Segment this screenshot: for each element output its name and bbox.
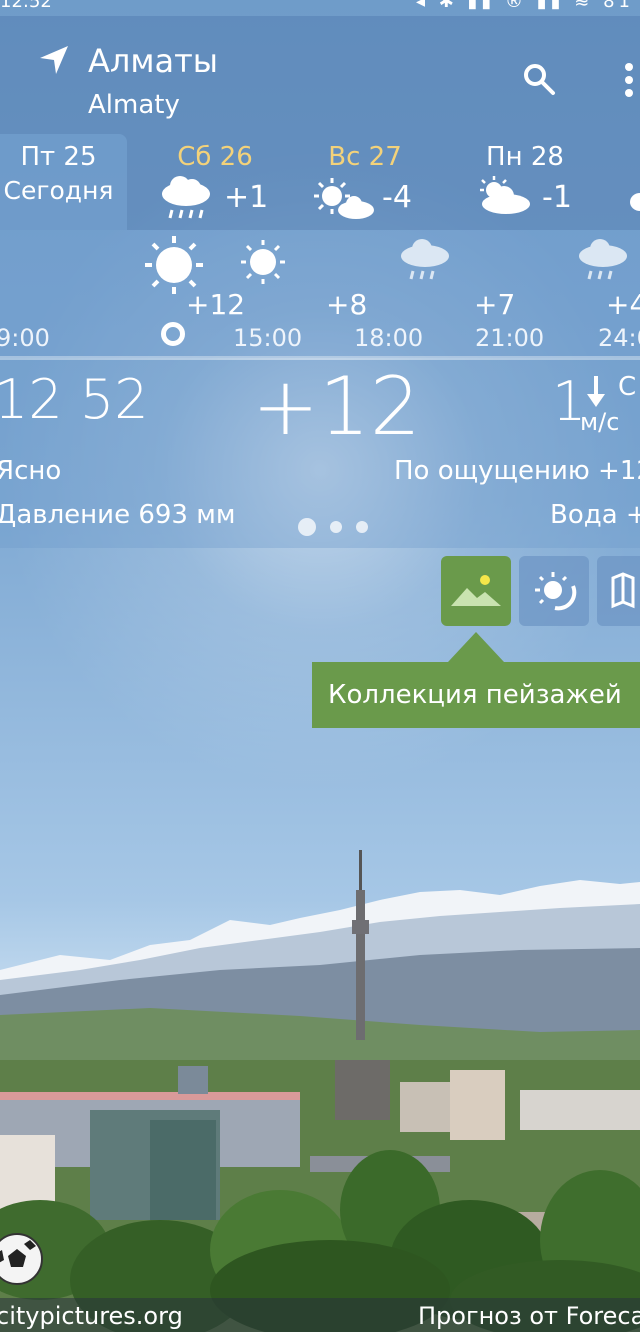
feels-like-text: По ощущению +12 — [394, 456, 640, 486]
page-dot — [356, 520, 368, 533]
wind-direction-arrow-icon — [587, 376, 605, 407]
page-indicator — [298, 516, 382, 536]
hourly-forecast[interactable]: +12 +8 +7 +4 9:00 15:00 18:00 21:00 24:0… — [0, 230, 640, 358]
partly-cloudy-icon — [480, 176, 530, 214]
footer-bar: citypictures.org Прогноз от Foreca — [0, 1298, 640, 1332]
location-arrow-icon[interactable] — [38, 44, 70, 76]
landscape-icon — [451, 575, 501, 606]
page-dot-active — [298, 517, 316, 536]
day-tab-today[interactable]: Пт 25 Сегодня — [0, 134, 127, 230]
day-name: Вс 27 — [328, 142, 402, 172]
day-name: Пт 25 — [20, 142, 97, 172]
hour-time: 18:00 — [354, 324, 424, 352]
forecast-provider-link[interactable]: Прогноз от Foreca — [418, 1298, 640, 1332]
day-tab-sat[interactable]: Сб 26 +1 — [150, 134, 280, 230]
status-time: 12:52 — [0, 0, 52, 12]
map-icon — [611, 572, 635, 609]
day-name: Сб 26 — [177, 142, 253, 172]
tooltip: Коллекция пейзажей — [312, 662, 640, 728]
day-temp: -4 — [382, 180, 412, 215]
hour-time: 15:00 — [233, 324, 303, 352]
hour-time: 21:00 — [475, 324, 545, 352]
page-dot — [330, 520, 342, 533]
map-button[interactable] — [597, 556, 640, 626]
current-temperature: +12 — [252, 360, 421, 453]
day-tab-mon[interactable]: Пн 28 -1 — [470, 134, 580, 230]
city-name[interactable]: Алматы — [88, 42, 218, 80]
status-icons: ◂ ✱ ▮▮ ® ▮▮ ≋ 81 — [415, 0, 634, 12]
current-time-marker — [161, 322, 185, 346]
hour-temp: +4 — [606, 288, 640, 321]
hour-temp: +8 — [326, 288, 368, 321]
sun-icon — [241, 240, 285, 284]
current-time: 12 52 — [0, 368, 149, 431]
hour-time: 24:00 — [598, 324, 640, 352]
city-name-latin: Almaty — [88, 90, 180, 120]
more-options-icon[interactable] — [618, 60, 640, 100]
status-bar: 12:52 ◂ ✱ ▮▮ ® ▮▮ ≋ 81 — [0, 0, 640, 16]
soccer-ball-icon[interactable] — [0, 1232, 44, 1286]
daily-forecast-strip: Пт 25 Сегодня Сб 26 +1 Вс 27 -4 Пн 28 -1 — [0, 134, 640, 230]
tooltip-arrow — [448, 632, 504, 662]
partly-cloudy-icon — [630, 193, 640, 211]
sun-cloud-icon — [314, 178, 374, 219]
current-conditions-panel[interactable]: 12 52 +12 1 м/с С Ясно По ощущению +12 Д… — [0, 360, 640, 548]
pressure-text: Давление 693 мм — [0, 500, 236, 530]
search-icon[interactable] — [522, 62, 556, 96]
water-temp-text: Вода + — [550, 500, 640, 530]
hour-temp: +7 — [474, 288, 516, 321]
rain-cloud-icon — [579, 239, 627, 280]
wind-direction: С — [618, 372, 637, 402]
condition-text: Ясно — [0, 456, 62, 486]
day-tab-sun[interactable]: Вс 27 -4 — [310, 134, 420, 230]
day-sublabel: Сегодня — [3, 176, 114, 205]
hour-time: 9:00 — [0, 324, 50, 352]
day-temp: +1 — [224, 180, 269, 215]
rain-cloud-icon — [401, 239, 449, 280]
day-name: Пн 28 — [486, 142, 564, 172]
landscape-collection-button[interactable] — [441, 556, 511, 626]
day-temp: -1 — [542, 180, 572, 215]
hour-temp: +12 — [186, 288, 246, 321]
sun-info-button[interactable] — [519, 556, 589, 626]
city-landscape-image — [0, 850, 640, 1332]
rain-cloud-icon — [162, 176, 210, 219]
sun-moon-icon — [535, 572, 577, 611]
wind-unit: м/с — [580, 408, 620, 436]
sun-icon — [145, 236, 203, 294]
photo-credit-link[interactable]: citypictures.org — [0, 1298, 183, 1332]
